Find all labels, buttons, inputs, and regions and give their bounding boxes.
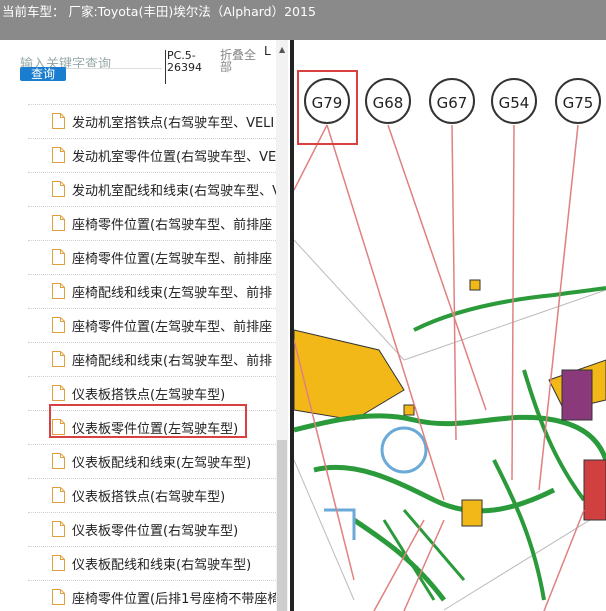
scroll-up-arrow-icon[interactable]: ▲ xyxy=(279,45,285,54)
connector-label-g54[interactable]: G54 xyxy=(491,78,537,124)
instrument-cluster xyxy=(380,426,428,474)
selected-item-highlight xyxy=(49,404,247,438)
left-panel: 输入关键字查询 查询 PC.5- 26394 折叠全 部 L 发动机室搭铁点(右… xyxy=(0,40,290,611)
tree-item-label: 座椅配线和线束(左驾驶车型、前排 xyxy=(72,286,273,301)
document-icon xyxy=(52,351,65,367)
document-icon xyxy=(52,283,65,299)
connector-highlight-box xyxy=(297,70,358,145)
tree-item[interactable]: 仪表板搭铁点(右驾驶车型) xyxy=(28,478,276,512)
tree-item-label: 发动机室配线和线束(右驾驶车型、V xyxy=(72,184,281,199)
tree-item-label: 座椅零件位置(左驾驶车型、前排座 xyxy=(72,320,273,335)
tree-item-label: 座椅零件位置(左驾驶车型、前排座 xyxy=(72,252,273,267)
tree-item[interactable]: 座椅零件位置(左驾驶车型、前排座 xyxy=(28,308,276,342)
tree-item[interactable]: 座椅零件位置(左驾驶车型、前排座 xyxy=(28,240,276,274)
doc-id: PC.5- 26394 xyxy=(167,50,202,74)
connector-label-g67[interactable]: G67 xyxy=(429,78,475,124)
title-bar: 当前车型： 厂家:Toyota(丰田)埃尔法（Alphard）2015 xyxy=(0,0,606,40)
truncated-label: L xyxy=(264,44,271,58)
document-icon xyxy=(52,215,65,231)
body-outline xyxy=(294,459,606,611)
tree-item[interactable]: 仪表板零件位置(右驾驶车型) xyxy=(28,512,276,546)
current-vehicle-label: 当前车型： 厂家:Toyota(丰田)埃尔法（Alphard）2015 xyxy=(2,4,316,19)
tree-item-label: 座椅配线和线束(右驾驶车型、前排 xyxy=(72,354,273,369)
document-icon xyxy=(52,521,65,537)
document-icon xyxy=(52,487,65,503)
leader-line xyxy=(326,124,445,501)
tree-item[interactable]: 仪表板配线和线束(左驾驶车型) xyxy=(28,444,276,478)
tree-item[interactable]: 座椅零件位置(后排1号座椅不带座椅 xyxy=(28,580,280,611)
blue-wire xyxy=(324,508,356,540)
fold-all-line2: 部 xyxy=(220,60,233,74)
tree-item[interactable]: 发动机室配线和线束(右驾驶车型、V xyxy=(28,172,281,206)
harness xyxy=(382,509,466,601)
document-icon xyxy=(52,317,65,333)
harness xyxy=(352,517,446,602)
query-button[interactable]: 查询 xyxy=(20,67,66,81)
connector-label-g75[interactable]: G75 xyxy=(555,78,601,124)
connector-label-g68[interactable]: G68 xyxy=(365,78,411,124)
tree-item-label: 仪表板零件位置(右驾驶车型) xyxy=(72,524,239,539)
tree-item[interactable]: 仪表板配线和线束(右驾驶车型) xyxy=(28,546,276,580)
document-icon xyxy=(52,249,65,265)
harness xyxy=(294,413,606,461)
relay-block xyxy=(583,459,606,521)
document-icon xyxy=(52,555,65,571)
harness xyxy=(313,464,556,514)
document-icon xyxy=(52,147,65,163)
tree-list: 发动机室搭铁点(右驾驶车型、VELI 发动机室零件位置(右驾驶车型、VE 发动机室配… xyxy=(28,104,281,611)
tree-item[interactable]: 座椅配线和线束(右驾驶车型、前排 xyxy=(28,342,276,376)
scroll-thumb[interactable] xyxy=(277,440,287,611)
fold-all-button[interactable]: 折叠全 部 xyxy=(220,49,256,73)
tree-item-label: 发动机室零件位置(右驾驶车型、VE xyxy=(72,150,277,165)
document-icon xyxy=(52,385,65,401)
tree-item-label: 仪表板搭铁点(左驾驶车型) xyxy=(72,388,226,403)
tree-item[interactable]: 座椅零件位置(右驾驶车型、前排座 xyxy=(28,206,276,240)
tree-item-label: 座椅零件位置(后排1号座椅不带座椅 xyxy=(72,592,281,607)
divider xyxy=(165,50,166,84)
fuse-block xyxy=(561,369,593,421)
document-icon xyxy=(52,113,65,129)
leader-line xyxy=(538,124,579,491)
connector xyxy=(469,279,481,291)
tree-item-label: 仪表板配线和线束(左驾驶车型) xyxy=(72,456,252,471)
tree-item-label: 仪表板搭铁点(右驾驶车型) xyxy=(72,490,226,505)
connector xyxy=(403,404,415,416)
leader-line xyxy=(511,124,515,481)
tree-item[interactable]: 座椅配线和线束(左驾驶车型、前排 xyxy=(28,274,276,308)
tree-item[interactable]: 发动机室搭铁点(右驾驶车型、VELI xyxy=(28,104,276,138)
harness xyxy=(492,459,546,601)
tree-item[interactable]: 发动机室零件位置(右驾驶车型、VE xyxy=(28,138,276,172)
document-icon xyxy=(52,181,65,197)
document-icon xyxy=(52,453,65,469)
document-icon xyxy=(52,589,65,605)
leader-line xyxy=(451,124,457,441)
connector xyxy=(461,499,483,527)
tree-item-label: 发动机室搭铁点(右驾驶车型、VELI xyxy=(72,116,275,131)
tree-item-label: 座椅零件位置(右驾驶车型、前排座 xyxy=(72,218,273,233)
tree-item-label: 仪表板配线和线束(右驾驶车型) xyxy=(72,558,252,573)
doc-id-line2: 26394 xyxy=(167,61,202,74)
